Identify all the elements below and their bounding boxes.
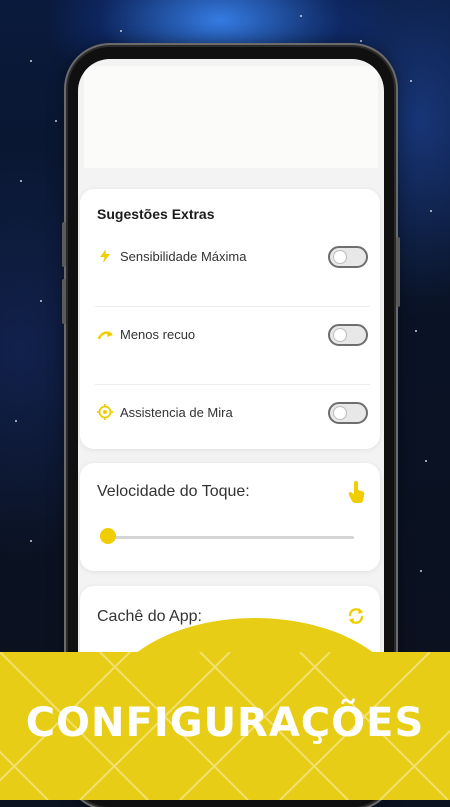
option-row-mira: Assistencia de Mira: [80, 385, 380, 463]
option-label: Sensibilidade Máxima: [120, 249, 247, 264]
phone-button-left-2: [62, 279, 66, 324]
extras-card: Sugestões Extras Sensibilidade Máxima Me…: [80, 189, 380, 449]
option-label: Menos recuo: [120, 327, 196, 342]
option-row-sensibilidade: Sensibilidade Máxima: [80, 229, 380, 307]
recuo-toggle[interactable]: [328, 324, 368, 346]
option-label: Assistencia de Mira: [120, 405, 233, 420]
speed-slider-track[interactable]: [110, 536, 354, 539]
curved-arrow-icon: [97, 331, 113, 340]
phone-button-right: [396, 237, 400, 307]
toggle-knob: [334, 407, 346, 419]
refresh-icon[interactable]: [346, 606, 366, 626]
phone-button-left: [62, 222, 66, 267]
toggle-knob: [334, 251, 346, 263]
header-divider: [78, 168, 384, 188]
banner-title: CONFIGURAÇÕES: [25, 700, 425, 746]
sensibilidade-toggle[interactable]: [328, 246, 368, 268]
mira-toggle[interactable]: [328, 402, 368, 424]
speed-slider-thumb[interactable]: [100, 528, 116, 544]
toggle-knob: [334, 329, 346, 341]
speed-card: Velocidade do Toque:: [80, 463, 380, 571]
pointing-hand-icon: [348, 481, 365, 503]
cache-title: Cachê do App:: [97, 608, 202, 625]
crosshair-icon: [97, 404, 113, 420]
header-area: [84, 66, 378, 168]
extras-title: Sugestões Extras: [97, 206, 215, 222]
speed-title: Velocidade do Toque:: [97, 483, 250, 500]
option-row-recuo: Menos recuo: [80, 307, 380, 385]
lightning-icon: [100, 249, 110, 263]
